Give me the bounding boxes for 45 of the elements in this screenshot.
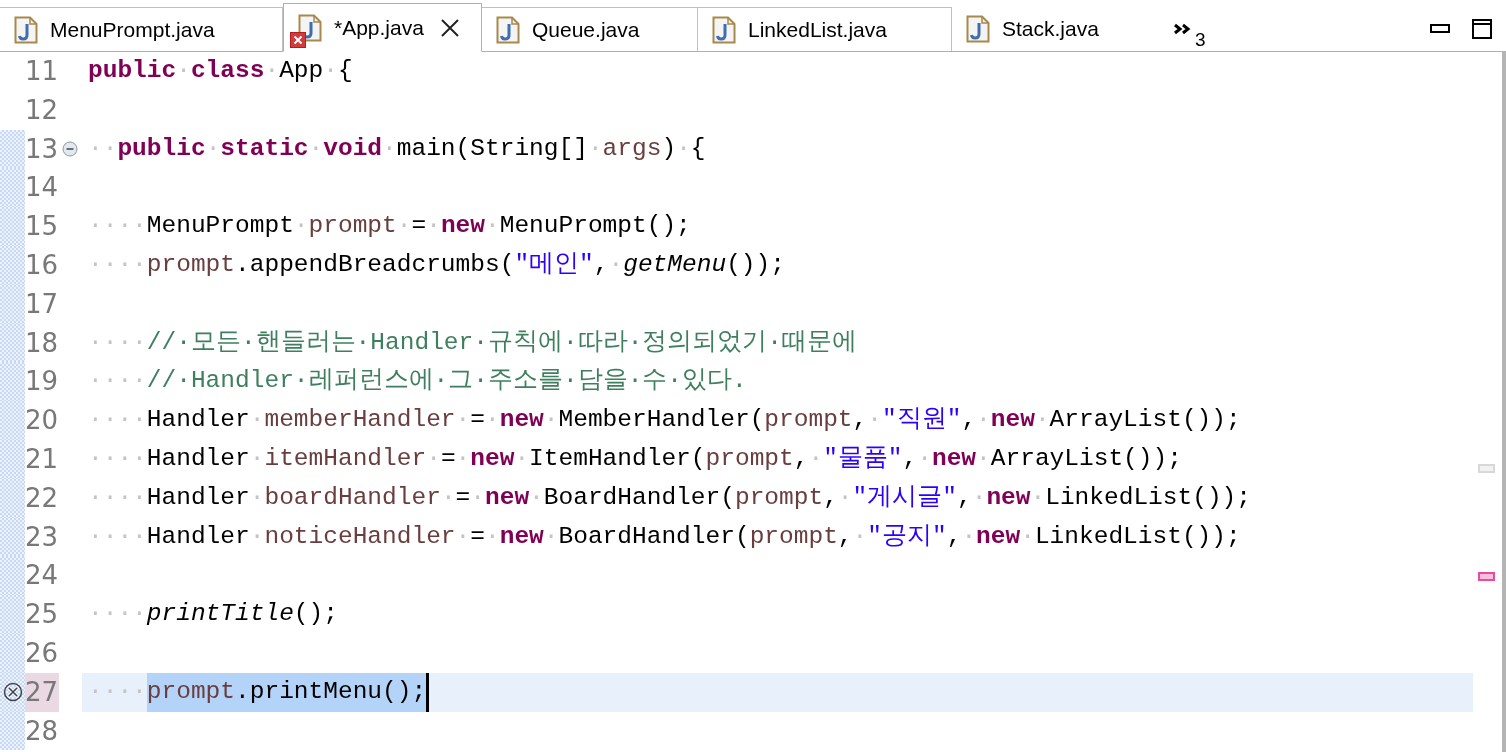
editor-tab[interactable]: MenuPrompt.java — [0, 7, 283, 51]
java-file-icon — [14, 15, 38, 44]
overview-marker[interactable] — [1478, 572, 1495, 581]
line-number: 20 — [25, 404, 59, 438]
code-line: ····Handler·memberHandler·=·new·MemberHandler(prompt,·"직원",·new·ArrayList()); — [87, 405, 1242, 436]
java-file-icon — [712, 15, 736, 44]
editor-tab[interactable]: *App.java — [283, 3, 482, 52]
line-number: 14 — [25, 171, 59, 205]
code-line: ····//·모든·핸들러는·Handler·규칙에·따라·정의되었기·때문에 — [87, 327, 859, 358]
code-line: ····//·Handler·레퍼런스에·그·주소를·담을·수·있다. — [87, 366, 748, 397]
editor-tab[interactable]: Queue.java — [482, 7, 698, 51]
editor-tab[interactable]: LinkedList.java — [698, 7, 952, 51]
line-number: 15 — [25, 210, 59, 244]
java-file-icon — [496, 15, 520, 44]
code-line: public·class·App·{ — [87, 56, 354, 86]
line-number: 21 — [25, 442, 59, 476]
line-number: 11 — [25, 55, 59, 88]
text-cursor — [426, 672, 430, 712]
code-line: ····printTitle(); — [87, 599, 339, 630]
code-line: ····Handler·itemHandler·=·new·ItemHandler(prompt,·"물품",·new·ArrayList()); — [87, 443, 1183, 474]
code-line: ····Handler·boardHandler·=·new·BoardHandler(prompt,·"게시글",·new·LinkedList()); — [87, 482, 1253, 513]
more-tabs-button[interactable]: 3 — [1166, 11, 1212, 51]
line-number: 17 — [25, 287, 59, 321]
code-line: ····MenuPrompt·prompt·=·new·MenuPrompt(); — [87, 211, 692, 242]
line-number: 18 — [25, 326, 59, 360]
code-line: ····Handler·noticeHandler·=·new·BoardHandler(prompt,·"공지",·new·LinkedList()); — [87, 521, 1242, 552]
error-icon — [290, 31, 306, 48]
maximize-button[interactable] — [1472, 19, 1492, 39]
java-file-icon — [966, 15, 990, 43]
code-line: ····prompt.appendBreadcrumbs("메인",·getMenu()); — [87, 250, 786, 280]
collapse-icon[interactable] — [61, 141, 78, 157]
line-number: 13 — [25, 132, 59, 166]
line-number: 26 — [25, 636, 59, 670]
code-line: ··public·static·void·main(String[]·args)·{ — [87, 133, 707, 164]
line-number: 24 — [25, 559, 59, 593]
line-number: 22 — [25, 481, 59, 515]
line-number: 23 — [25, 520, 59, 554]
line-number: 28 — [25, 714, 59, 748]
line-number: 16 — [25, 249, 59, 282]
close-icon[interactable] — [439, 17, 460, 38]
line-number: 25 — [25, 598, 59, 632]
line-number: 19 — [25, 365, 59, 399]
minimize-button[interactable] — [1430, 24, 1450, 34]
line-number: 12 — [25, 93, 59, 127]
line-number: 27 — [25, 672, 59, 712]
